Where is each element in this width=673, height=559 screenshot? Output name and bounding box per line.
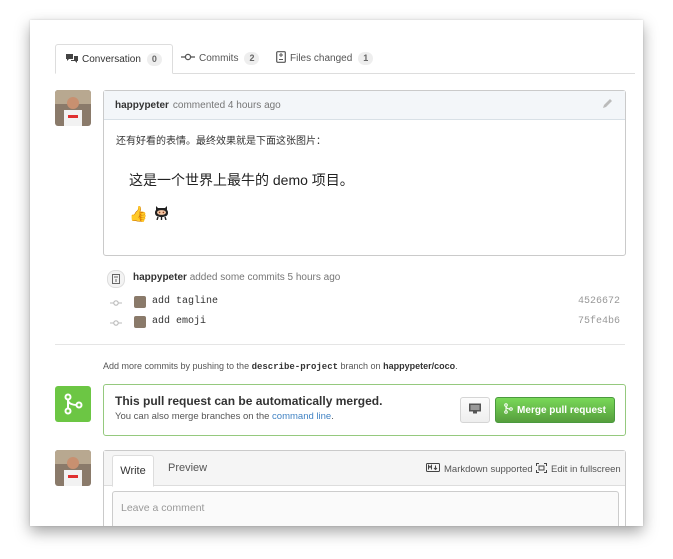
tab-write[interactable]: Write	[112, 455, 154, 487]
push-hint: Add more commits by pushing to the descr…	[103, 361, 458, 372]
merge-button-label: Merge pull request	[517, 404, 606, 416]
commit-icon	[110, 318, 122, 330]
tab-files-changed[interactable]: Files changed 1	[276, 44, 374, 72]
comment-header: happypeter commented 4 hours ago	[104, 91, 625, 120]
pull-request-page: Conversation 0 Commits 2 Files changed 1	[30, 20, 643, 526]
comment-intro: 还有好看的表情。最终效果就是下面这张图片：	[116, 136, 326, 147]
comment-meta: commented 4 hours ago	[172, 99, 281, 111]
commit-message[interactable]: add emoji	[152, 316, 206, 327]
commits-event-header: happypeter added some commits 5 hours ag…	[133, 272, 340, 283]
merge-subtitle-prefix: You can also merge branches on the	[115, 411, 270, 422]
desktop-icon	[468, 403, 482, 417]
merge-subtitle-suffix: .	[331, 411, 334, 422]
open-in-desktop-button[interactable]	[460, 397, 490, 423]
push-hint-prefix: Add more commits by pushing to the	[103, 361, 250, 371]
fullscreen-icon	[536, 463, 547, 476]
markdown-supported-link[interactable]: Markdown supported	[426, 463, 533, 475]
repo-name[interactable]: happypeter/coco	[383, 361, 455, 371]
commits-event-author[interactable]: happypeter	[133, 272, 187, 283]
commit-icon	[110, 298, 122, 310]
avatar	[134, 296, 146, 308]
git-merge-icon	[55, 386, 91, 422]
file-diff-icon	[276, 50, 286, 66]
comment-headline: 这是一个世界上最牛的 demo 项目。	[129, 172, 354, 188]
fullscreen-label: Edit in fullscreen	[551, 464, 621, 475]
comment-body: 还有好看的表情。最终效果就是下面这张图片： 这是一个世界上最牛的 demo 项目…	[104, 120, 625, 235]
list-item[interactable]: add tagline 4526672	[110, 295, 620, 311]
avatar[interactable]	[55, 450, 91, 486]
edit-pencil-icon[interactable]	[602, 98, 613, 112]
thumbsup-icon: 👍	[129, 205, 148, 223]
commit-icon	[181, 53, 195, 64]
avatar[interactable]	[55, 90, 91, 126]
tab-conversation[interactable]: Conversation 0	[55, 44, 173, 74]
merge-subtitle: You can also merge branches on the comma…	[115, 411, 334, 422]
pr-tabs: Conversation 0 Commits 2 Files changed 1	[55, 44, 635, 74]
comment-box: happypeter commented 4 hours ago 还有好看的表情…	[103, 90, 626, 256]
push-hint-suffix: .	[455, 361, 458, 371]
tab-label: Conversation	[82, 53, 141, 65]
commit-message[interactable]: add tagline	[152, 296, 218, 307]
markdown-label: Markdown supported	[444, 463, 533, 475]
tab-preview[interactable]: Preview	[168, 462, 207, 474]
octocat-icon	[154, 204, 169, 223]
timeline-divider	[55, 344, 625, 345]
tab-commits[interactable]: Commits 2	[181, 44, 260, 72]
comment-textarea[interactable]: Leave a comment	[112, 491, 619, 526]
commit-sha[interactable]: 75fe4b6	[578, 316, 620, 327]
list-item[interactable]: add emoji 75fe4b6	[110, 315, 620, 331]
commit-sha[interactable]: 4526672	[578, 296, 620, 307]
comment-placeholder: Leave a comment	[121, 502, 205, 514]
commits-event-meta: added some commits 5 hours ago	[189, 272, 341, 283]
tab-counter: 1	[358, 51, 374, 65]
tab-label: Files changed	[290, 52, 353, 64]
tab-counter: 2	[244, 51, 260, 65]
git-merge-icon	[504, 403, 513, 417]
new-comment-form: Write Preview Markdown supported Edit in…	[103, 450, 626, 526]
merge-pull-request-button[interactable]: Merge pull request	[495, 397, 615, 423]
markdown-icon	[426, 463, 440, 475]
command-line-link[interactable]: command line	[272, 411, 331, 422]
comment-form-header: Write Preview Markdown supported Edit in…	[104, 451, 625, 487]
tab-label: Commits	[199, 52, 239, 64]
merge-title: This pull request can be automatically m…	[115, 394, 383, 408]
fullscreen-link[interactable]: Edit in fullscreen	[536, 463, 621, 476]
push-hint-middle: branch on	[340, 361, 381, 371]
commits-event-icon	[107, 270, 125, 288]
merge-box: This pull request can be automatically m…	[103, 384, 626, 436]
comment-author[interactable]: happypeter	[115, 100, 169, 111]
tab-counter: 0	[146, 52, 162, 66]
comment-emoji-row: 👍	[129, 204, 613, 223]
avatar	[134, 316, 146, 328]
branch-name: describe-project	[251, 362, 339, 372]
comment-icon	[66, 53, 78, 66]
